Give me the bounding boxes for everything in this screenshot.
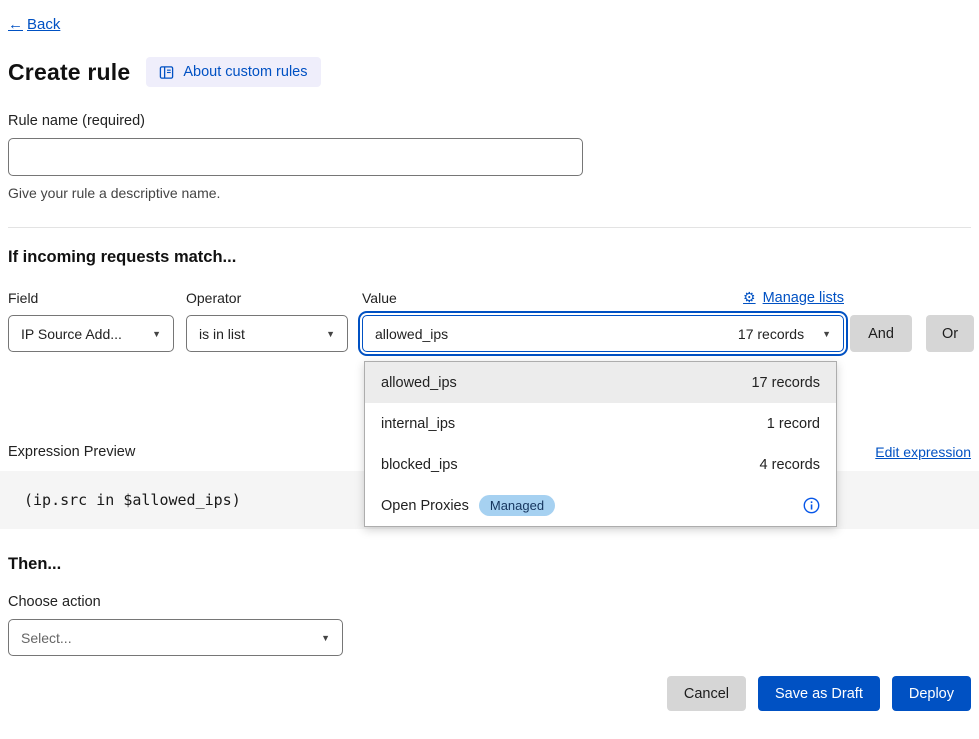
- match-section-heading: If incoming requests match...: [8, 248, 971, 267]
- rule-name-input[interactable]: [8, 138, 583, 176]
- about-custom-rules-label: About custom rules: [183, 64, 307, 80]
- list-item-meta: 1 record: [767, 416, 820, 432]
- chevron-down-icon: ▼: [321, 633, 330, 643]
- list-item-name: Open Proxies: [381, 498, 469, 514]
- value-select-records: 17 records: [738, 326, 804, 342]
- list-item-meta: 4 records: [760, 457, 820, 473]
- rule-name-label: Rule name (required): [8, 113, 971, 129]
- manage-lists-link[interactable]: ⚙ Manage lists: [743, 289, 844, 306]
- list-item-blocked-ips[interactable]: blocked_ips 4 records: [365, 444, 836, 485]
- list-item-allowed-ips[interactable]: allowed_ips 17 records: [365, 362, 836, 403]
- title-row: Create rule About custom rules: [8, 57, 971, 87]
- gear-icon: ⚙: [743, 289, 756, 306]
- list-item-name: allowed_ips: [381, 375, 457, 391]
- back-link[interactable]: ← Back: [8, 16, 60, 33]
- list-item-internal-ips[interactable]: internal_ips 1 record: [365, 403, 836, 444]
- list-item-name: blocked_ips: [381, 457, 458, 473]
- value-select-value: allowed_ips: [375, 326, 448, 342]
- chevron-down-icon: ▼: [152, 329, 161, 339]
- or-button[interactable]: Or: [926, 315, 974, 352]
- field-select[interactable]: IP Source Add... ▼: [8, 315, 174, 352]
- value-select[interactable]: allowed_ips 17 records ▼: [362, 315, 844, 352]
- action-select[interactable]: Select... ▼: [8, 619, 343, 656]
- and-button[interactable]: And: [850, 315, 912, 352]
- chevron-down-icon: ▼: [822, 329, 831, 339]
- operator-select[interactable]: is in list ▼: [186, 315, 348, 352]
- operator-select-value: is in list: [199, 326, 245, 342]
- field-label: Field: [8, 290, 174, 306]
- footer-actions: Cancel Save as Draft Deploy: [8, 676, 971, 711]
- field-column: Field IP Source Add... ▼: [8, 290, 174, 352]
- operator-column: Operator is in list ▼: [186, 290, 348, 352]
- edit-expression-link[interactable]: Edit expression: [875, 444, 971, 460]
- operator-label: Operator: [186, 290, 348, 306]
- choose-action-label: Choose action: [8, 594, 971, 610]
- back-arrow-icon: ←: [8, 16, 23, 33]
- back-label: Back: [27, 16, 60, 33]
- value-column: Value ⚙ Manage lists allowed_ips 17 reco…: [362, 289, 844, 352]
- rule-name-helper: Give your rule a descriptive name.: [8, 185, 971, 201]
- list-item-name: internal_ips: [381, 416, 455, 432]
- action-select-placeholder: Select...: [21, 630, 72, 646]
- info-icon[interactable]: [803, 497, 820, 514]
- page-title: Create rule: [8, 59, 130, 86]
- deploy-button[interactable]: Deploy: [892, 676, 971, 711]
- list-item-open-proxies[interactable]: Open Proxies Managed: [365, 485, 836, 526]
- value-label: Value: [362, 290, 397, 306]
- book-icon: [159, 65, 174, 80]
- then-section-heading: Then...: [8, 555, 971, 574]
- create-rule-page: ← Back Create rule About custom rules Ru…: [0, 0, 979, 739]
- section-divider: [8, 227, 971, 228]
- save-as-draft-button[interactable]: Save as Draft: [758, 676, 880, 711]
- expression-preview-label: Expression Preview: [8, 444, 135, 460]
- chevron-down-icon: ▼: [326, 329, 335, 339]
- match-condition-row: Field IP Source Add... ▼ Operator is in …: [8, 289, 971, 352]
- cancel-button[interactable]: Cancel: [667, 676, 746, 711]
- manage-lists-label: Manage lists: [763, 290, 844, 306]
- expression-code: (ip.src in $allowed_ips): [24, 491, 241, 509]
- managed-badge: Managed: [479, 495, 555, 516]
- value-label-row: Value ⚙ Manage lists: [362, 289, 844, 306]
- field-select-value: IP Source Add...: [21, 326, 122, 342]
- list-dropdown-menu: allowed_ips 17 records internal_ips 1 re…: [364, 361, 837, 527]
- about-custom-rules-link[interactable]: About custom rules: [146, 57, 320, 87]
- list-item-meta: 17 records: [751, 375, 820, 391]
